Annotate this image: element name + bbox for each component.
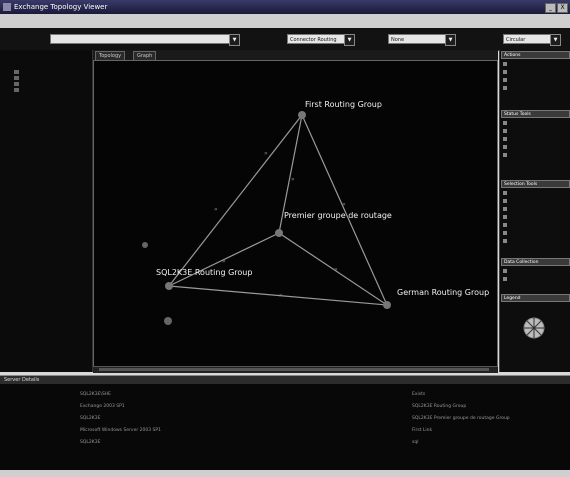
arrow-icon: » — [342, 201, 346, 208]
node-german-routing-group[interactable]: German Routing Group — [383, 288, 489, 309]
toolbar: ▼ Connector Routing ▼ None ▼ Circular ▼ — [0, 28, 570, 51]
folder-icon — [14, 88, 19, 92]
detail-value: SQL2K3E\SHE — [80, 392, 112, 397]
action-item[interactable] — [503, 86, 509, 92]
selection-tool-item[interactable] — [503, 215, 509, 221]
action-item[interactable] — [503, 62, 509, 68]
chevron-down-icon[interactable]: ▼ — [229, 34, 240, 46]
chevron-down-icon[interactable]: ▼ — [445, 34, 456, 46]
action-item[interactable] — [503, 78, 509, 84]
selection-tool-item[interactable] — [503, 207, 509, 213]
legend-globe-icon — [523, 317, 545, 339]
right-task-pane: Actions Status Tools Selection Tools Dat… — [499, 50, 570, 372]
node-wan-server[interactable] — [164, 317, 172, 325]
scroll-thumb[interactable] — [99, 368, 489, 371]
arrow-icon: » — [222, 258, 226, 265]
close-button[interactable]: X — [557, 3, 568, 13]
detail-value: SQL2K3E Routing Group — [412, 404, 467, 409]
arrow-icon: » — [334, 266, 338, 273]
section-data-collection[interactable]: Data Collection — [501, 258, 570, 266]
section-actions[interactable]: Actions — [501, 51, 570, 59]
status-tool-item[interactable] — [503, 129, 509, 135]
server-icon — [142, 242, 148, 248]
app-icon — [3, 3, 11, 11]
selection-tool-item[interactable] — [503, 239, 509, 245]
window-title: Exchange Topology Viewer — [14, 3, 108, 11]
detail-value: sql — [412, 440, 419, 445]
node-first-routing-group[interactable]: First Routing Group — [298, 100, 382, 119]
arrow-icon: » — [214, 206, 218, 213]
status-tool-item[interactable] — [503, 145, 509, 151]
view-select[interactable]: Connector Routing ▼ — [287, 34, 355, 46]
detail-value: SQL2K3E Premier groupe de routage Group — [412, 416, 510, 421]
detail-value: SQL2K3E — [80, 440, 101, 445]
layout-select[interactable]: Circular ▼ — [503, 34, 561, 46]
topology-canvas[interactable]: » » » » » » » First Routing Group Premie… — [93, 60, 498, 372]
selection-tool-item[interactable] — [503, 191, 509, 197]
selection-tool-item[interactable] — [503, 223, 509, 229]
node-label: SQL2K3E Routing Group — [156, 268, 252, 277]
left-tree-pane — [0, 50, 93, 372]
arrow-icon: » — [279, 292, 283, 299]
details-title: Server Details — [4, 377, 40, 383]
server-icon — [164, 317, 172, 325]
section-selection-tools[interactable]: Selection Tools — [501, 180, 570, 188]
folder-icon — [14, 76, 19, 80]
layout-select-value: Circular — [506, 37, 526, 43]
menubar — [0, 14, 570, 28]
node-extra-server[interactable] — [142, 242, 148, 248]
section-status-tools[interactable]: Status Tools — [501, 110, 570, 118]
detail-value: Exchange 2003 SP1 — [80, 404, 125, 409]
detail-value: SQL2K3E — [80, 416, 101, 421]
arrow-icon: » — [264, 150, 268, 157]
data-collection-item[interactable] — [503, 269, 509, 275]
connector-edge[interactable] — [168, 285, 388, 306]
status-tool-item[interactable] — [503, 153, 509, 159]
action-item[interactable] — [503, 70, 509, 76]
filter-select-value: None — [391, 37, 405, 43]
detail-value: First Link — [412, 428, 433, 433]
section-legend[interactable]: Legend — [501, 294, 570, 302]
chevron-down-icon[interactable]: ▼ — [344, 34, 355, 46]
detail-value: Exists — [412, 392, 426, 397]
arrow-icon: » — [291, 176, 295, 183]
data-collection-item[interactable] — [503, 277, 509, 283]
node-label: German Routing Group — [397, 288, 489, 297]
server-icon — [298, 111, 306, 119]
connector-edge[interactable] — [168, 114, 303, 287]
folder-icon — [14, 70, 19, 74]
node-premier-groupe[interactable]: Premier groupe de routage — [275, 211, 392, 237]
status-tool-item[interactable] — [503, 121, 509, 127]
canvas-hscrollbar[interactable] — [93, 366, 498, 373]
filter-select[interactable]: None ▼ — [388, 34, 456, 46]
server-icon — [275, 229, 283, 237]
selection-tool-item[interactable] — [503, 231, 509, 237]
selection-tool-item[interactable] — [503, 199, 509, 205]
details-pane: SQL2K3E\SHE Exchange 2003 SP1 SQL2K3E Mi… — [0, 384, 570, 470]
node-sql2k3e-routing-group[interactable]: SQL2K3E Routing Group — [156, 268, 252, 290]
status-tool-item[interactable] — [503, 137, 509, 143]
server-icon — [165, 282, 173, 290]
chevron-down-icon[interactable]: ▼ — [550, 34, 561, 46]
node-label: First Routing Group — [305, 100, 382, 109]
folder-icon — [14, 82, 19, 86]
topology-graph[interactable]: » » » » » » » First Routing Group Premie… — [94, 61, 497, 371]
detail-value: Microsoft Windows Server 2003 SP1 — [80, 428, 161, 433]
view-select-value: Connector Routing — [290, 37, 337, 43]
status-bar — [0, 470, 570, 477]
minimize-button[interactable]: _ — [545, 3, 556, 13]
org-select[interactable]: ▼ — [50, 34, 240, 46]
canvas-tabs: Topology Graph — [93, 50, 498, 61]
window-titlebar: Exchange Topology Viewer _ X — [0, 0, 570, 14]
server-icon — [383, 301, 391, 309]
node-label: Premier groupe de routage — [284, 211, 392, 220]
